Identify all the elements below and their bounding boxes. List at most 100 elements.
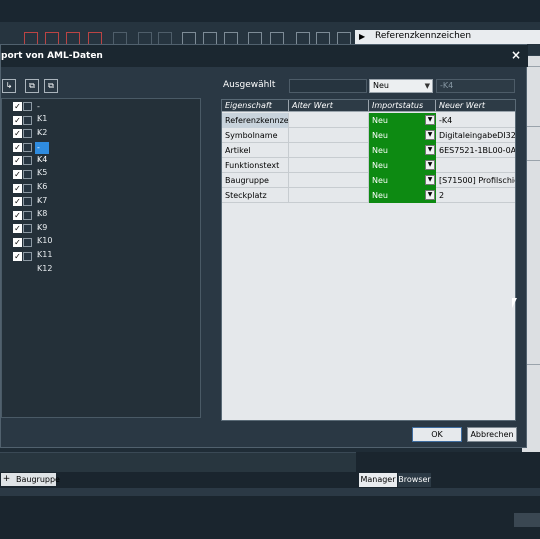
- column-header-alter-wert[interactable]: Alter Wert: [289, 100, 369, 112]
- checkbox[interactable]: ✓: [13, 183, 22, 193]
- tree-item-label: -K6: [37, 170, 48, 191]
- chevron-down-icon[interactable]: ▼: [425, 190, 435, 200]
- importstatus-value: Neu: [372, 116, 388, 125]
- checkbox[interactable]: ✓: [13, 251, 22, 261]
- tree-item-label: -K11: [37, 238, 53, 259]
- checkbox-secondary[interactable]: [23, 142, 32, 152]
- checkbox-secondary[interactable]: [23, 210, 32, 220]
- checkbox[interactable]: ✓: [13, 170, 22, 179]
- cell-importstatus-select[interactable]: Neu ▼: [369, 158, 436, 173]
- checkbox[interactable]: ✓: [13, 129, 22, 139]
- checkbox[interactable]: ✓: [13, 142, 22, 152]
- right-panel-title: Referenzkennzeichen: [375, 31, 472, 41]
- cell-eigenschaft: Referenzkennzei...: [222, 113, 289, 128]
- cell-neuer-wert: -K4: [439, 116, 453, 125]
- dialog-title: port von AML-Daten: [1, 51, 103, 61]
- checkbox-secondary[interactable]: [23, 156, 32, 166]
- cell-alter-wert: [289, 143, 369, 158]
- add-tab-button[interactable]: +: [1, 473, 12, 486]
- checkbox[interactable]: ✓: [13, 102, 22, 111]
- cell-eigenschaft: Funktionstext: [222, 158, 289, 173]
- tree-item-label: -K12: [37, 251, 53, 273]
- table-row[interactable]: Referenzkennzei... Neu ▼ -K4: [222, 113, 515, 128]
- tree-item-label: -K1: [37, 102, 48, 123]
- tree-item-label: -K3: [37, 129, 47, 150]
- checkbox-secondary[interactable]: [23, 238, 32, 247]
- chevron-down-icon[interactable]: ▼: [425, 175, 435, 185]
- tree-item-label: -K7: [37, 183, 48, 205]
- cell-importstatus-select[interactable]: Neu ▼: [369, 173, 436, 188]
- chevron-down-icon[interactable]: ▼: [425, 115, 435, 125]
- copy-icon[interactable]: ⧉: [25, 79, 39, 93]
- table-row[interactable]: Symbolname Neu ▼ DigitaleingabeDI32x...: [222, 128, 515, 143]
- checkbox-secondary[interactable]: [23, 224, 32, 234]
- checkbox[interactable]: ✓: [13, 238, 22, 247]
- cell-alter-wert: [289, 113, 369, 128]
- tree-item-label: -K10: [37, 224, 53, 246]
- cell-eigenschaft: Baugruppe: [222, 173, 289, 188]
- cell-alter-wert: [289, 173, 369, 188]
- checkbox[interactable]: ✓: [13, 224, 22, 234]
- bottom-bar: [0, 452, 356, 472]
- status-indicator: [514, 513, 540, 527]
- tab-manager[interactable]: Manager: [359, 473, 397, 487]
- importstatus-value: Neu: [372, 146, 388, 155]
- cell-eigenschaft: Artikel: [222, 143, 289, 158]
- table-row[interactable]: Funktionstext Neu ▼: [222, 158, 515, 173]
- cell-importstatus-select[interactable]: Neu ▼: [369, 113, 436, 128]
- grid-header: Eigenschaft Alter Wert Importstatus Neue…: [222, 100, 515, 112]
- checkbox[interactable]: ✓: [13, 156, 22, 166]
- cancel-button[interactable]: Abbrechen: [467, 427, 517, 442]
- column-header-eigenschaft[interactable]: Eigenschaft: [222, 100, 289, 112]
- column-header-neuer-wert[interactable]: Neuer Wert: [436, 100, 515, 112]
- paste-icon[interactable]: ⧉: [44, 79, 58, 93]
- properties-grid: Eigenschaft Alter Wert Importstatus Neue…: [221, 99, 516, 421]
- tree-item-label: -K4: [35, 141, 50, 164]
- cell-eigenschaft: Symbolname: [222, 128, 289, 143]
- chevron-down-icon[interactable]: ▼: [425, 160, 435, 170]
- table-row[interactable]: Artikel Neu ▼ 6ES7521-1BL00-0AB0: [222, 143, 515, 158]
- checkbox-secondary[interactable]: [23, 102, 32, 111]
- close-icon[interactable]: ×: [511, 48, 521, 62]
- checkbox-secondary[interactable]: [23, 183, 32, 193]
- tree-item-label: -K8: [37, 197, 48, 219]
- checkbox-secondary[interactable]: [23, 251, 32, 261]
- checkbox[interactable]: ✓: [13, 210, 22, 220]
- chevron-down-icon[interactable]: ▼: [425, 130, 435, 140]
- right-panel-header[interactable]: ▶ Referenzkennzeichen: [355, 30, 540, 44]
- chevron-down-icon: ▼: [424, 82, 430, 90]
- expand-triangle-icon[interactable]: ▶: [359, 32, 365, 41]
- checkbox-secondary[interactable]: [23, 197, 32, 207]
- mouse-cursor-icon: [512, 298, 517, 308]
- checkbox-secondary[interactable]: [23, 170, 32, 179]
- checkbox-secondary[interactable]: [23, 129, 32, 139]
- import-dialog: port von AML-Daten × ↳ ⧉ ⧉ ✓-K1✓-K2✓-K3✓…: [0, 44, 528, 448]
- table-row[interactable]: Baugruppe Neu ▼ [S71500] Profilschie...: [222, 173, 515, 188]
- cell-importstatus-select[interactable]: Neu ▼: [369, 143, 436, 158]
- tree-view: ✓ -K1 ✓ -K2 ✓ -K3 ✓ -K4 ✓ -K5 ✓ -K6 ✓ -K7 ✓ -K8 ✓ -K9 ✓ -K1…: [1, 98, 201, 418]
- cell-neuer-wert: [436, 158, 515, 173]
- checkbox[interactable]: ✓: [13, 115, 22, 125]
- cell-neuer-wert: DigitaleingabeDI32x...: [439, 131, 515, 140]
- tab-baugruppe[interactable]: Baugruppe: [12, 473, 60, 486]
- column-header-importstatus[interactable]: Importstatus: [369, 100, 436, 112]
- cell-alter-wert: [289, 158, 369, 173]
- ausgewaehlt-label: Ausgewählt: [223, 80, 276, 90]
- table-row[interactable]: Steckplatz Neu ▼ 2: [222, 188, 515, 203]
- cell-neuer-wert: [S71500] Profilschie...: [439, 176, 515, 185]
- ausgewaehlt-field[interactable]: [289, 79, 367, 93]
- tab-browser[interactable]: Browser: [398, 473, 431, 487]
- checkbox-secondary[interactable]: [23, 115, 32, 125]
- chevron-down-icon[interactable]: ▼: [425, 145, 435, 155]
- importstatus-value: Neu: [372, 131, 388, 140]
- status-strip: [0, 488, 540, 496]
- cell-importstatus-select[interactable]: Neu ▼: [369, 188, 436, 203]
- dialog-title-bar[interactable]: port von AML-Daten ×: [1, 45, 528, 67]
- cell-importstatus-select[interactable]: Neu ▼: [369, 128, 436, 143]
- new-value-field[interactable]: -K4: [436, 79, 515, 93]
- cell-neuer-wert: 2: [439, 191, 445, 200]
- checkbox[interactable]: ✓: [13, 197, 22, 207]
- tree-expand-icon[interactable]: ↳: [2, 79, 16, 93]
- ok-button[interactable]: OK: [412, 427, 462, 442]
- status-select[interactable]: Neu ▼: [369, 79, 433, 93]
